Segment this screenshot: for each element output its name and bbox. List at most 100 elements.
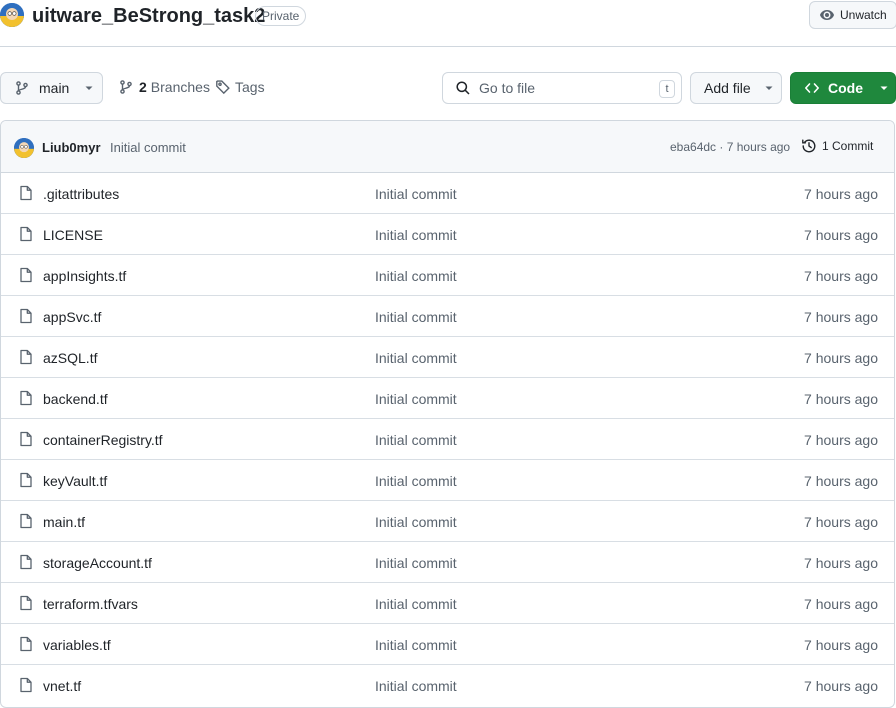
file-commit-message[interactable]: Initial commit <box>375 227 457 243</box>
file-commit-time: 7 hours ago <box>804 309 878 325</box>
file-name-link[interactable]: terraform.tfvars <box>43 596 138 612</box>
file-row[interactable]: .gitattributes Initial commit 7 hours ag… <box>1 173 894 214</box>
file-icon <box>18 185 34 204</box>
code-button[interactable]: Code <box>790 72 896 104</box>
file-name-link[interactable]: appSvc.tf <box>43 309 101 325</box>
file-row[interactable]: main.tf Initial commit 7 hours ago <box>1 501 894 542</box>
file-commit-message[interactable]: Initial commit <box>375 186 457 202</box>
go-to-file-search[interactable]: t <box>442 72 682 104</box>
author-avatar[interactable] <box>14 138 34 158</box>
file-name-link[interactable]: storageAccount.tf <box>43 555 152 571</box>
git-branch-icon <box>14 80 30 96</box>
file-row[interactable]: LICENSE Initial commit 7 hours ago <box>1 214 894 255</box>
file-icon <box>18 308 34 327</box>
file-commit-message[interactable]: Initial commit <box>375 268 457 284</box>
file-icon <box>18 267 34 286</box>
file-row[interactable]: azSQL.tf Initial commit 7 hours ago <box>1 337 894 378</box>
file-name-link[interactable]: containerRegistry.tf <box>43 432 163 448</box>
file-name-link[interactable]: variables.tf <box>43 637 111 653</box>
file-icon <box>18 636 34 655</box>
file-commit-time: 7 hours ago <box>804 268 878 284</box>
file-name-link[interactable]: vnet.tf <box>43 678 81 694</box>
file-icon <box>18 513 34 532</box>
file-name-link[interactable]: LICENSE <box>43 227 103 243</box>
file-icon <box>18 595 34 614</box>
shortcut-key-hint: t <box>659 80 675 98</box>
file-commit-time: 7 hours ago <box>804 432 878 448</box>
repo-owner-avatar[interactable] <box>0 3 24 27</box>
file-commit-time: 7 hours ago <box>804 637 878 653</box>
caret-down-icon <box>879 83 889 93</box>
file-name-link[interactable]: appInsights.tf <box>43 268 126 284</box>
branches-count: 2 <box>139 79 147 95</box>
commit-message[interactable]: Initial commit <box>110 140 186 155</box>
file-icon <box>18 349 34 368</box>
file-row[interactable]: containerRegistry.tf Initial commit 7 ho… <box>1 419 894 460</box>
file-commit-message[interactable]: Initial commit <box>375 391 457 407</box>
search-icon <box>456 81 470 95</box>
file-commit-time: 7 hours ago <box>804 596 878 612</box>
branch-name: main <box>39 80 70 96</box>
add-file-button[interactable]: Add file <box>690 72 782 104</box>
file-row[interactable]: terraform.tfvars Initial commit 7 hours … <box>1 583 894 624</box>
file-commit-time: 7 hours ago <box>804 391 878 407</box>
file-name-link[interactable]: .gitattributes <box>43 186 119 202</box>
branches-label: Branches <box>150 79 210 95</box>
file-commit-message[interactable]: Initial commit <box>375 473 457 489</box>
file-name-link[interactable]: backend.tf <box>43 391 108 407</box>
tags-link[interactable]: Tags <box>215 79 265 95</box>
commit-hash-time[interactable]: eba64dc · 7 hours ago <box>670 140 790 154</box>
file-commit-time: 7 hours ago <box>804 350 878 366</box>
file-commit-message[interactable]: Initial commit <box>375 309 457 325</box>
file-commit-time: 7 hours ago <box>804 678 878 694</box>
repo-title[interactable]: uitware_BeStrong_task2 <box>32 2 265 30</box>
file-commit-message[interactable]: Initial commit <box>375 350 457 366</box>
file-row[interactable]: vnet.tf Initial commit 7 hours ago <box>1 665 894 706</box>
file-commit-message[interactable]: Initial commit <box>375 596 457 612</box>
file-commit-message[interactable]: Initial commit <box>375 432 457 448</box>
git-branch-icon <box>120 80 132 94</box>
file-icon <box>18 390 34 409</box>
file-row[interactable]: keyVault.tf Initial commit 7 hours ago <box>1 460 894 501</box>
file-commit-message[interactable]: Initial commit <box>375 514 457 530</box>
commit-count-label: 1 Commit <box>822 139 874 153</box>
unwatch-button[interactable]: Unwatch <box>809 1 896 29</box>
file-name-link[interactable]: keyVault.tf <box>43 473 107 489</box>
file-name-link[interactable]: main.tf <box>43 514 85 530</box>
file-row[interactable]: variables.tf Initial commit 7 hours ago <box>1 624 894 665</box>
file-commit-time: 7 hours ago <box>804 514 878 530</box>
file-icon <box>18 677 34 696</box>
file-row[interactable]: storageAccount.tf Initial commit 7 hours… <box>1 542 894 583</box>
commits-link[interactable]: 1 Commit <box>801 138 873 154</box>
commit-author[interactable]: Liub0myr <box>42 140 101 155</box>
file-commit-message[interactable]: Initial commit <box>375 637 457 653</box>
code-icon <box>804 80 820 96</box>
branches-link[interactable]: 2 Branches <box>118 79 210 95</box>
file-list-box: Liub0myr Initial commit eba64dc · 7 hour… <box>0 120 895 708</box>
branch-select-button[interactable]: main <box>0 72 103 104</box>
file-name-link[interactable]: azSQL.tf <box>43 350 97 366</box>
file-commit-time: 7 hours ago <box>804 473 878 489</box>
file-icon <box>18 554 34 573</box>
file-commit-message[interactable]: Initial commit <box>375 678 457 694</box>
caret-down-icon <box>84 83 94 93</box>
file-commit-time: 7 hours ago <box>804 186 878 202</box>
eye-icon <box>820 10 834 20</box>
latest-commit-bar: Liub0myr Initial commit eba64dc · 7 hour… <box>1 121 894 173</box>
file-commit-message[interactable]: Initial commit <box>375 555 457 571</box>
file-row[interactable]: backend.tf Initial commit 7 hours ago <box>1 378 894 419</box>
file-row[interactable]: appInsights.tf Initial commit 7 hours ag… <box>1 255 894 296</box>
tags-label: Tags <box>235 79 265 95</box>
add-file-label: Add file <box>704 80 751 96</box>
go-to-file-input[interactable] <box>479 80 649 96</box>
file-commit-time: 7 hours ago <box>804 555 878 571</box>
file-icon <box>18 472 34 491</box>
file-row[interactable]: appSvc.tf Initial commit 7 hours ago <box>1 296 894 337</box>
tag-icon <box>216 80 230 95</box>
file-commit-time: 7 hours ago <box>804 227 878 243</box>
code-label: Code <box>828 80 863 96</box>
file-icon <box>18 226 34 245</box>
header-divider <box>0 46 896 47</box>
caret-down-icon <box>764 83 774 93</box>
unwatch-label: Unwatch <box>840 8 887 22</box>
